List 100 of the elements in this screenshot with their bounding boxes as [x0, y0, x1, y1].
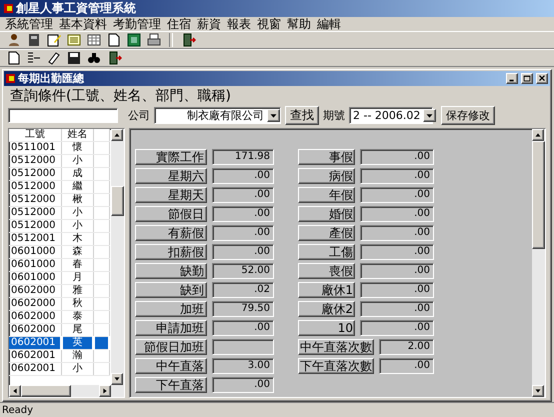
save-changes-button[interactable]: 保存修改 [441, 106, 495, 125]
value-field[interactable]: .00 [212, 206, 274, 222]
table-row[interactable]: 0512000 繼 [9, 180, 110, 194]
value-field[interactable]: 2.00 [379, 339, 434, 355]
scrollbar-thumb[interactable] [111, 186, 124, 216]
field-label-button[interactable]: 有薪假 [135, 225, 207, 241]
menu-item[interactable]: 報表 [224, 16, 254, 32]
field-label-button[interactable]: 中午直落 [135, 358, 207, 374]
value-field[interactable]: .00 [360, 149, 434, 165]
menu-item[interactable]: 系統管理 [2, 16, 56, 32]
field-label-button[interactable]: 節假日 [135, 206, 207, 222]
value-field[interactable]: .00 [360, 187, 434, 203]
field-label-button[interactable]: 申請加班 [135, 320, 207, 336]
scrollbar-thumb[interactable] [21, 385, 71, 397]
value-field[interactable]: .00 [360, 320, 434, 336]
field-label-button[interactable]: 廠休1 [298, 282, 355, 298]
field-label-button[interactable]: 下午直落 [135, 377, 207, 393]
value-field[interactable]: 79.50 [212, 301, 274, 317]
value-field[interactable]: .00 [212, 244, 274, 260]
selected-table-row[interactable]: 0602001 英 [9, 336, 110, 350]
table-row[interactable]: 0601000 月 [9, 272, 110, 284]
menu-item[interactable]: 薪資 [194, 16, 224, 32]
value-field[interactable] [212, 339, 274, 355]
field-label-button[interactable]: 廠休2 [298, 301, 355, 317]
value-field[interactable]: 52.00 [212, 263, 274, 279]
search-field[interactable] [8, 108, 118, 123]
table-row[interactable]: 0512000 楸 [9, 194, 110, 206]
field-label-button[interactable]: 事假 [298, 149, 355, 165]
value-field[interactable]: .00 [360, 168, 434, 184]
scroll-left-button[interactable] [9, 385, 21, 397]
field-label-button[interactable]: 節假日加班 [135, 339, 207, 355]
person-icon[interactable] [6, 32, 22, 48]
table-row[interactable]: 0601000 春 [9, 258, 110, 272]
table-row[interactable]: 0602000 泰 [9, 310, 110, 324]
column-header[interactable]: 工號 [9, 129, 62, 142]
save-icon[interactable] [66, 50, 82, 66]
field-label-button[interactable]: 下午直落次數 [298, 358, 374, 374]
value-field[interactable]: .00 [212, 320, 274, 336]
printer-icon[interactable] [146, 32, 162, 48]
value-field[interactable]: .02 [212, 282, 274, 298]
value-field[interactable]: .00 [212, 187, 274, 203]
field-label-button[interactable]: 實際工作 [135, 149, 207, 165]
value-field[interactable]: .00 [360, 282, 434, 298]
table-row[interactable]: 0511001 懷 [9, 142, 110, 154]
scroll-down-button[interactable] [111, 373, 123, 385]
value-field[interactable]: .00 [212, 377, 274, 393]
table-row[interactable]: 0602000 雅 [9, 284, 110, 298]
scroll-up-button[interactable] [111, 129, 123, 141]
menu-item[interactable]: 基本資料 [56, 16, 110, 32]
value-field[interactable]: .00 [212, 168, 274, 184]
menu-item[interactable]: 編輯 [314, 16, 344, 32]
field-label-button[interactable]: 星期天 [135, 187, 207, 203]
find-button[interactable]: 查找 [285, 106, 319, 125]
menu-item[interactable]: 視窗 [254, 16, 284, 32]
menu-item[interactable]: 住宿 [164, 16, 194, 32]
value-field[interactable]: 171.98 [212, 149, 274, 165]
menu-item[interactable]: 考勤管理 [110, 16, 164, 32]
value-field[interactable]: .00 [360, 244, 434, 260]
table-row[interactable]: 0512000 成 [9, 168, 110, 180]
maximize-button[interactable] [521, 73, 533, 84]
menu-item[interactable]: 幫助 [284, 16, 314, 32]
field-label-button[interactable]: 病假 [298, 168, 355, 184]
scroll-down-button[interactable] [532, 385, 544, 397]
column-header[interactable]: 姓名 [62, 129, 94, 142]
field-label-button[interactable]: 中午直落次數 [298, 339, 374, 355]
value-field[interactable]: .00 [360, 301, 434, 317]
value-field[interactable]: .00 [360, 225, 434, 241]
table-icon[interactable] [86, 32, 102, 48]
field-label-button[interactable]: 年假 [298, 187, 355, 203]
calculator-icon[interactable] [26, 32, 42, 48]
spreadsheet-icon[interactable] [126, 32, 142, 48]
value-field[interactable]: .00 [360, 206, 434, 222]
value-field[interactable]: .00 [379, 358, 434, 374]
table-row[interactable]: 0602000 秋 [9, 298, 110, 310]
field-label-button[interactable]: 星期六 [135, 168, 207, 184]
company-dropdown[interactable]: 制衣廠有限公司 [154, 107, 281, 124]
value-field[interactable]: .00 [212, 225, 274, 241]
table-row[interactable]: 0601000 森 [9, 246, 110, 258]
scroll-up-button[interactable] [532, 129, 544, 141]
table-row[interactable]: 0512001 木 [9, 232, 110, 246]
table-row[interactable]: 0602001 小 [9, 362, 110, 376]
field-label-button[interactable]: 婚假 [298, 206, 355, 222]
document-icon[interactable] [106, 32, 122, 48]
scroll-right-button[interactable] [99, 385, 111, 397]
new-document-icon[interactable] [6, 50, 22, 66]
field-label-button[interactable]: 工傷 [298, 244, 355, 260]
field-label-button[interactable]: 缺到 [135, 282, 207, 298]
table-row[interactable]: 0512000 小 [9, 220, 110, 232]
field-label-button[interactable]: 加班 [135, 301, 207, 317]
field-label-button[interactable]: 扣薪假 [135, 244, 207, 260]
period-dropdown[interactable]: 2 -- 2006.02 [349, 107, 433, 124]
eraser-icon[interactable] [46, 50, 62, 66]
value-field[interactable]: 3.00 [212, 358, 274, 374]
edit-document-icon[interactable] [46, 32, 62, 48]
minimize-button[interactable] [506, 73, 518, 84]
field-label-button[interactable]: 喪假 [298, 263, 355, 279]
scrollbar-thumb[interactable] [532, 141, 545, 249]
close-button[interactable] [536, 73, 548, 84]
list-icon[interactable] [66, 32, 82, 48]
table-row[interactable]: 0602001 瀚 [9, 350, 110, 362]
